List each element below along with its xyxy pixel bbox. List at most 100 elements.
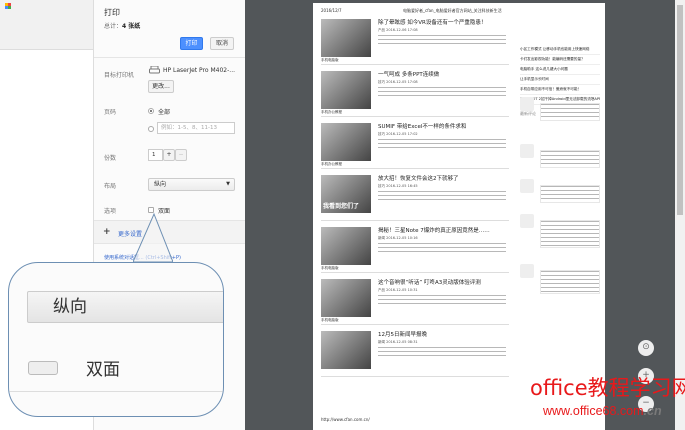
avatar [520,144,534,158]
article-meta: 新闻 2016-12-05 10:16 [378,236,418,240]
article-item[interactable]: 手机电脑版 揭秘！三星Note 7爆炸的真正原因竟然是…… 新闻 2016-12-0… [321,223,509,273]
article-summary [378,139,506,151]
preview-scrollbar[interactable] [675,0,685,430]
printer-icon [149,66,160,74]
callout-duplex-checkbox [28,361,58,375]
article-summary [378,35,506,47]
print-button[interactable]: 打印 [180,37,203,50]
callout-duplex-label: 双面 [86,360,120,380]
callout-divider [9,391,223,392]
article-title[interactable]: SUMIF 带给Excel不一样的条件求和 [378,122,466,130]
comment-item [520,138,600,178]
avatar [520,214,534,228]
total-label: 总计： [104,23,123,30]
pages-custom-radio[interactable] [148,126,154,132]
article-caption: 手机办公教程 [321,162,342,166]
article-summary [378,295,506,307]
total-value: 4 张纸 [122,23,141,30]
article-meta: 新闻 2016-12-05 08:31 [378,340,418,344]
article-meta: 产品 2016-12-05 10:31 [378,288,418,292]
article-item[interactable]: 手机办公教程 SUMIF 带给Excel不一样的条件求和技巧 2016-12-05… [321,119,509,169]
article-meta: 产品 2016-12-06 17:08 [378,28,418,32]
article-title[interactable]: 12月5日新闻早报晚 [378,330,427,338]
article-title[interactable]: 揭秘！三星Note 7爆炸的真正原因竟然是…… [378,226,490,234]
pages-range-input[interactable]: 例如：1-5、8、11-13 [157,122,235,134]
destination-label: 目标打印机 [104,72,135,79]
avatar [520,179,534,193]
article-item[interactable]: 12月5日新闻早报晚新闻 2016-12-05 08:31 [321,327,509,377]
watermark-url-main: www.office68.com [543,404,644,418]
layout-select[interactable]: 纵向 ▼ [148,178,235,191]
sidebar-link[interactable]: 电脑助手 这么说几键大小问题 [520,65,600,75]
article-thumbnail [321,331,371,369]
browser-toolbar [0,0,93,50]
avatar [520,97,534,111]
change-printer-button[interactable]: 更改... [148,80,174,93]
page-date: 2016/12/7 [321,8,342,13]
article-title[interactable]: 除了晕眩感 如今VR设备还有一个严重隐患！ [378,18,486,26]
comment-text [540,220,600,248]
article-item[interactable]: 手机电脑版 这个音响很“听话” 叮咚A3灵动版体验评测产品 2016-12-05 … [321,275,509,325]
article-meta: 技巧 2016-12-05 16:45 [378,184,418,188]
watermark-title: office教程学习网 [530,376,685,400]
copies-input[interactable]: 1 [148,149,163,161]
preview-page: 2016/12/7 电脑爱好者_cfan_电脑爱好者官方网站_关注科技新生活 手… [313,3,605,430]
sidebar-link[interactable]: 小区工作模式 让移动手机也能用上快速网络 [520,45,600,55]
sidebar-link[interactable]: 卡们发出影视功能！能编码还需要的量？ [520,55,600,65]
article-meta: 技巧 2016-12-05 17:02 [378,132,418,136]
fit-to-page-button[interactable]: ⊙ [638,340,654,356]
pages-all-radio[interactable] [148,108,154,114]
comment-text [540,150,600,168]
pages-all-label: 全部 [158,109,171,116]
article-summary [378,243,506,255]
comment-item [520,258,600,298]
article-title[interactable]: 一气呵成 多条PPT连续做 [378,70,439,78]
article-thumbnail [321,227,371,265]
plus-icon: + [103,227,111,237]
panel-title: 打印 [104,8,120,17]
avatar [520,264,534,278]
magnified-callout: 纵向 双面 [8,262,224,417]
divider [94,57,246,58]
dropdown-arrow-icon: ▼ [226,181,230,187]
apps-icon[interactable] [5,3,11,9]
watermark-url-suffix: .cn [643,404,662,418]
callout-layout-select: 纵向 [27,291,223,323]
copies-decrease-button[interactable]: − [175,149,187,161]
article-thumbnail [321,19,371,57]
article-meta: 技巧 2016-12-05 17:08 [378,80,418,84]
pages-label: 页码 [104,109,117,116]
scrollbar-thumb[interactable] [677,5,683,215]
layout-value: 纵向 [154,181,167,188]
copies-increase-button[interactable]: + [163,149,175,161]
cancel-button[interactable]: 取消 [210,37,234,50]
article-title[interactable]: 这个音响很“听话” 叮咚A3灵动版体验评测 [378,278,481,286]
article-caption: 手机电脑版 [321,318,339,322]
article-caption: 手机办公教程 [321,110,342,114]
callout-pointer [133,212,173,262]
options-label: 选项 [104,208,117,215]
article-title[interactable]: 放大招！恢复文件会这2下就够了 [378,174,459,182]
layout-label: 布局 [104,183,117,190]
article-summary [378,191,506,203]
sheet-total: 总计：4 张纸 [104,21,140,30]
comment-item [520,173,600,213]
comment-text [540,185,600,203]
article-caption: 手机电脑版 [321,266,339,270]
article-item[interactable]: 放大招！恢复文件会这2下就够了技巧 2016-12-05 16:45 我看到您们了 [321,171,509,221]
article-thumbnail [321,71,371,109]
article-caption: 手机电脑版 [321,58,339,62]
article-summary [378,347,506,359]
printer-name: HP LaserJet Pro M402-... [163,67,236,74]
comment-item [520,91,600,131]
page-footer-url: http://www.cfan.com.cn/ [321,417,370,422]
comment-text [540,270,600,294]
watermark-url: www.office68.com.cn [543,404,662,418]
page-header-title: 电脑爱好者_cfan_电脑爱好者官方网站_关注科技新生活 [403,8,502,13]
article-item[interactable]: 手机办公教程 一气呵成 多条PPT连续做技巧 2016-12-05 17:08 [321,67,509,117]
article-thumbnail [321,279,371,317]
article-summary [378,87,506,99]
sidebar-link[interactable]: 让手机显示长时间 [520,75,600,85]
article-item[interactable]: 手机电脑版 除了晕眩感 如今VR设备还有一个严重隐患！ 产品 2016-12-06 … [321,15,509,65]
thumbnail-overlay-text: 我看到您们了 [323,203,360,210]
